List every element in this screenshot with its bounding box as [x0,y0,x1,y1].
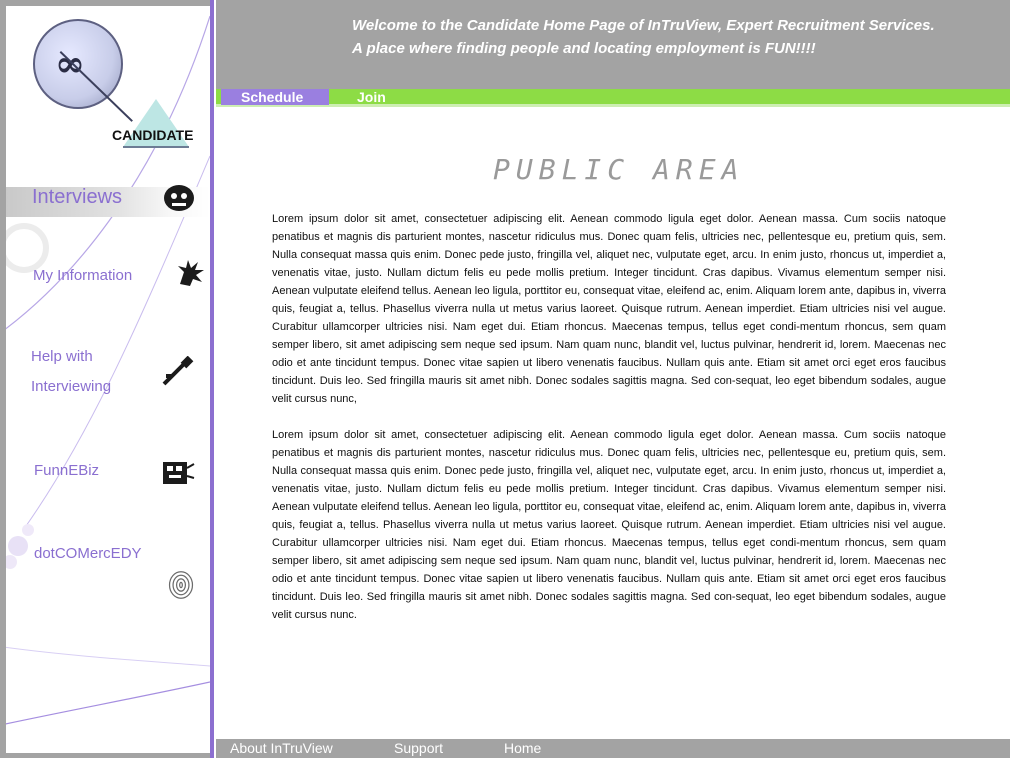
logo-word: CANDIDATE [112,127,194,143]
footer-link-home[interactable]: Home [504,739,541,758]
interview-face-icon[interactable] [162,183,196,213]
welcome-text: Welcome to the Candidate Home Page of In… [352,17,935,34]
footer-link-about[interactable]: About InTruView [230,739,333,758]
sidebar-item-dotcomercedy[interactable]: dotCOMercEDY [34,545,142,563]
tool-icon[interactable] [160,356,194,386]
body-paragraph: Lorem ipsum dolor sit amet, consectetuer… [272,213,946,405]
main-content: PUBLIC AREA Lorem ipsum dolor sit amet, … [216,107,1010,739]
page-header: Welcome to the Candidate Home Page of In… [216,0,1010,90]
sidebar-panel: ∞ CANDIDATE Interviews My Information He… [6,6,210,753]
body-paragraph: Lorem ipsum dolor sit amet, consectetuer… [272,429,946,621]
sidebar-item-my-information[interactable]: My Information [33,267,132,285]
tab-join[interactable]: Join [357,89,386,105]
tagline-text: A place where finding people and locatin… [352,40,816,57]
sidebar-item-label-line1: Help with [31,348,93,365]
biz-gadget-icon[interactable] [161,458,195,488]
footer-link-support[interactable]: Support [394,739,443,758]
tab-schedule[interactable]: Schedule [221,89,329,105]
fingerprint-icon[interactable] [164,570,198,600]
sidebar-item-label-line2: Interviewing [31,378,112,395]
sidebar-item-help-with-interviewing[interactable]: Help with Interviewing [31,342,111,402]
sidebar-item-interviews[interactable]: Interviews [32,185,122,209]
page-title: PUBLIC AREA [493,153,745,186]
sidebar: ∞ CANDIDATE Interviews My Information He… [0,0,216,758]
sidebar-item-funnebiz[interactable]: FunnEBiz [34,462,99,480]
spiky-creature-icon[interactable] [174,258,208,288]
page-footer: About InTruView Support Home [216,739,1010,758]
logo-triangle-base [123,146,189,148]
